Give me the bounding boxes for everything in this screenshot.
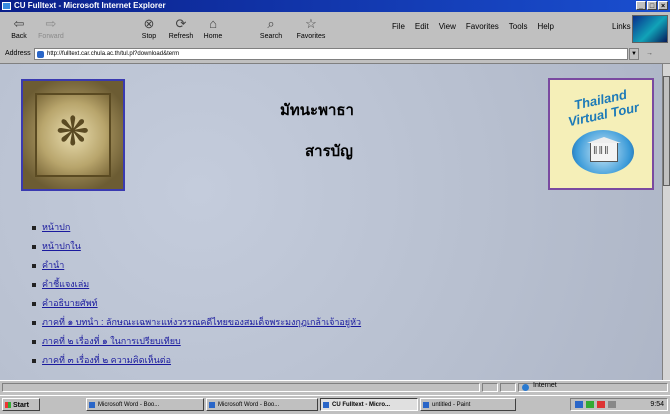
bullet-icon (32, 282, 36, 287)
list-item: คำนำ (32, 256, 361, 275)
vertical-scrollbar[interactable] (662, 64, 670, 380)
taskbar-item-word-2[interactable]: Microsoft Word - Boo... (206, 398, 318, 411)
contents-link[interactable]: คำชี้แจงเล่ม (42, 279, 89, 289)
system-tray: 9:54 (570, 398, 668, 411)
stop-icon: ⊗ (143, 16, 155, 31)
close-icon[interactable]: × (658, 1, 668, 10)
window-controls: _ □ × (636, 1, 668, 10)
bullet-icon (32, 244, 36, 249)
list-item: ภาคที่ ๓ เรื่องที่ ๒ ความคิดเห็นต่อ (32, 351, 361, 370)
clock: 9:54 (650, 401, 664, 408)
stop-button[interactable]: ⊗ Stop (134, 14, 164, 44)
contents-link[interactable]: ภาคที่ ๒ เรื่องที่ ๑ ในการเปรียบเทียบ (42, 336, 181, 346)
address-input[interactable]: http://fulltext.car.chula.ac.th/tul.pl?d… (34, 48, 628, 60)
refresh-icon: ⟳ (175, 16, 187, 31)
window-title: CU Fulltext - Microsoft Internet Explore… (14, 1, 166, 10)
menu-file[interactable]: File (392, 22, 405, 31)
bullet-icon (32, 339, 36, 344)
menu-favorites[interactable]: Favorites (466, 22, 499, 31)
taskbar-item-paint[interactable]: untitled - Paint (420, 398, 516, 411)
contents-list: หน้าปก หน้าปกใน คำนำ คำชี้แจงเล่ม คำอธิบ… (32, 218, 361, 370)
menu-help[interactable]: Help (537, 22, 553, 31)
bullet-icon (32, 263, 36, 268)
forward-arrow-icon: ⇨ (45, 16, 57, 31)
search-button[interactable]: ⌕ Search (256, 14, 286, 44)
list-item: ภาคที่ ๒ เรื่องที่ ๑ ในการเปรียบเทียบ (32, 332, 361, 351)
ie-logo-icon (632, 15, 668, 43)
page-content: มัทนะพาธา สารบัญ Thailand Virtual Tour ห… (0, 64, 662, 380)
list-item: หน้าปกใน (32, 237, 361, 256)
minimize-icon[interactable]: _ (636, 1, 646, 10)
home-button[interactable]: ⌂ Home (198, 14, 228, 44)
bullet-icon (32, 320, 36, 325)
browser-toolbar: ⇦ Back ⇨ Forward ⊗ Stop ⟳ Refresh ⌂ Home… (0, 12, 670, 47)
contents-link[interactable]: หน้าปกใน (42, 241, 81, 251)
go-arrow-icon[interactable]: → (646, 50, 653, 57)
address-url: http://fulltext.car.chula.ac.th/tul.pl?d… (47, 51, 180, 57)
contents-link[interactable]: ภาคที่ ๓ เรื่องที่ ๒ ความคิดเห็นต่อ (42, 355, 171, 365)
tray-icon[interactable] (597, 401, 605, 408)
list-item: ภาคที่ ๑ บทนำ : ลักษณะเฉพาะแห่งวรรณคดีไท… (32, 313, 361, 332)
refresh-button[interactable]: ⟳ Refresh (166, 14, 196, 44)
virtual-tour-logo[interactable]: Thailand Virtual Tour (548, 78, 654, 190)
back-button[interactable]: ⇦ Back (4, 14, 34, 44)
windows-taskbar: Start Microsoft Word - Boo... Microsoft … (0, 395, 670, 414)
menu-edit[interactable]: Edit (415, 22, 429, 31)
status-bar: Internet (0, 380, 670, 394)
menu-bar: File Edit View Favorites Tools Help (392, 22, 554, 31)
list-item: คำอธิบายศัพท์ (32, 294, 361, 313)
globe-icon (522, 384, 529, 391)
bullet-icon (32, 301, 36, 306)
home-icon: ⌂ (209, 16, 217, 31)
logo-text: Thailand Virtual Tour (566, 86, 641, 130)
zone-label: Internet (533, 382, 557, 389)
list-item: คำชี้แจงเล่ม (32, 275, 361, 294)
forward-button[interactable]: ⇨ Forward (36, 14, 66, 44)
links-button[interactable]: Links (612, 22, 631, 31)
favorites-button[interactable]: ☆ Favorites (296, 14, 326, 44)
menu-tools[interactable]: Tools (509, 22, 528, 31)
tray-icon[interactable] (586, 401, 594, 408)
favorites-icon: ☆ (305, 16, 317, 31)
scrollbar-thumb[interactable] (663, 76, 670, 186)
status-text-pane (2, 383, 480, 392)
page-icon (37, 51, 44, 58)
address-label: Address (5, 50, 31, 57)
menu-view[interactable]: View (439, 22, 456, 31)
book-cover-image (21, 79, 125, 191)
taskbar-item-word-1[interactable]: Microsoft Word - Boo... (86, 398, 204, 411)
contents-link[interactable]: หน้าปก (42, 222, 70, 232)
contents-link[interactable]: คำอธิบายศัพท์ (42, 298, 98, 308)
bullet-icon (32, 225, 36, 230)
address-bar: Address http://fulltext.car.chula.ac.th/… (0, 46, 670, 64)
temple-icon (587, 137, 621, 162)
tray-icon[interactable] (575, 401, 583, 408)
contents-link[interactable]: ภาคที่ ๑ บทนำ : ลักษณะเฉพาะแห่งวรรณคดีไท… (42, 317, 361, 327)
list-item: หน้าปก (32, 218, 361, 237)
taskbar-item-cu-fulltext[interactable]: CU Fulltext - Micro... (320, 398, 418, 411)
maximize-icon[interactable]: □ (647, 1, 657, 10)
contents-link[interactable]: คำนำ (42, 260, 64, 270)
bullet-icon (32, 358, 36, 363)
tray-icon[interactable] (608, 401, 616, 408)
start-button[interactable]: Start (2, 398, 40, 411)
search-icon: ⌕ (267, 16, 275, 31)
page-subtitle: สารบัญ (305, 143, 353, 160)
back-arrow-icon: ⇦ (13, 16, 25, 31)
page-title: มัทนะพาธา (280, 102, 354, 119)
ie-app-icon (2, 2, 11, 10)
window-title-bar: CU Fulltext - Microsoft Internet Explore… (0, 0, 670, 12)
address-dropdown-button[interactable]: ▼ (629, 48, 639, 60)
